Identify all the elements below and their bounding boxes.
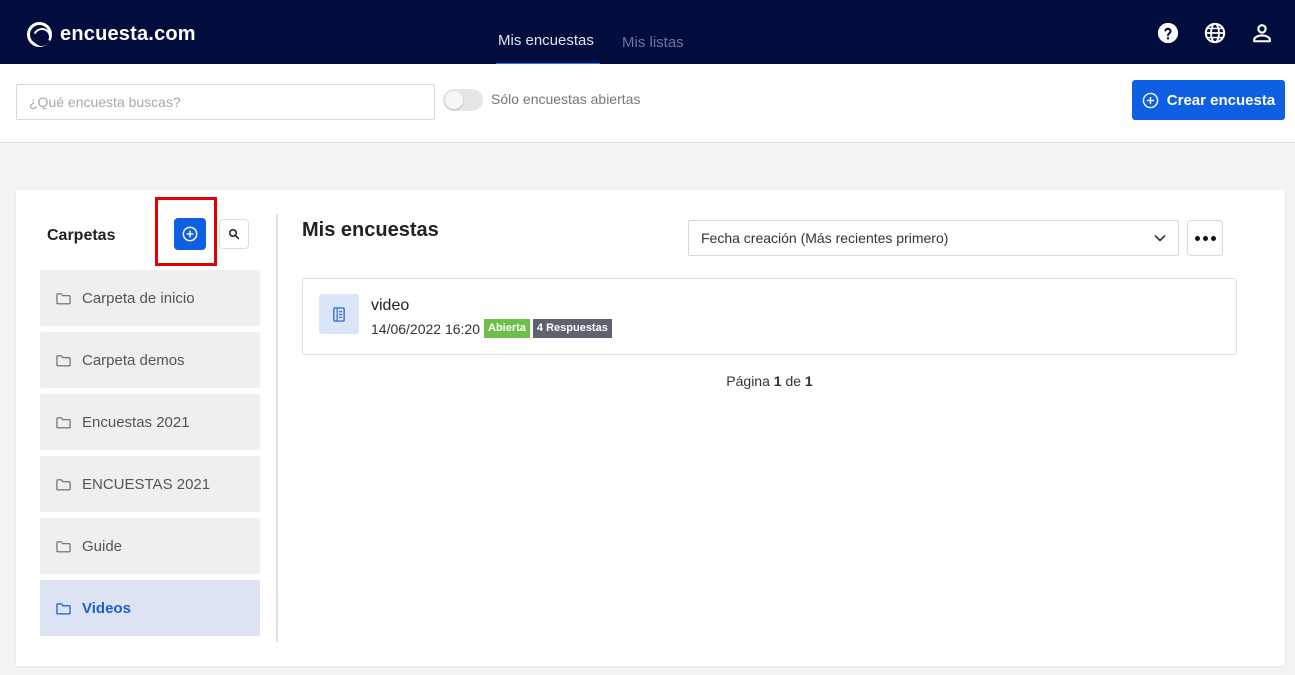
- folder-icon: [56, 478, 71, 490]
- toggle-label: Sólo encuestas abiertas: [491, 91, 641, 107]
- search-input[interactable]: [16, 84, 435, 120]
- survey-card[interactable]: video 14/06/2022 16:20 Abierta 4 Respues…: [302, 278, 1237, 355]
- survey-icon: [319, 294, 359, 334]
- pagination: Página 1 de 1: [0, 373, 1295, 389]
- search-icon: [229, 229, 240, 240]
- folder-item-encuestas-2021-upper[interactable]: ENCUESTAS 2021: [40, 456, 260, 512]
- folder-icon: [56, 540, 71, 552]
- folder-icon: [56, 354, 71, 366]
- pagination-prefix: Página: [726, 373, 770, 389]
- folder-label: Carpeta de inicio: [82, 289, 195, 307]
- survey-date: 14/06/2022 16:20: [371, 320, 480, 337]
- survey-name: video: [371, 297, 410, 314]
- folder-item-videos[interactable]: Videos: [40, 580, 260, 636]
- page-title: Mis encuestas: [302, 219, 439, 241]
- folder-item-guide[interactable]: Guide: [40, 518, 260, 574]
- search-folders-button[interactable]: [219, 219, 249, 249]
- tab-mis-listas[interactable]: Mis listas: [622, 34, 684, 51]
- tab-mis-encuestas[interactable]: Mis encuestas: [498, 32, 594, 49]
- create-survey-button[interactable]: Crear encuesta: [1132, 80, 1285, 120]
- pagination-total: 1: [804, 373, 813, 389]
- responses-badge: 4 Respuestas: [532, 319, 612, 338]
- plus-circle-icon: [1142, 92, 1159, 108]
- logo-icon: [27, 22, 52, 47]
- top-navbar: encuesta.com Mis encuestas Mis listas: [0, 0, 1295, 66]
- form-icon: [333, 306, 345, 322]
- more-options-icon: [1194, 235, 1200, 241]
- chevron-down-icon: [1154, 234, 1166, 242]
- create-survey-label: Crear encuesta: [1166, 91, 1276, 109]
- folder-icon: [56, 292, 71, 304]
- sort-select[interactable]: Fecha creación (Más recientes primero): [688, 220, 1179, 256]
- logo[interactable]: encuesta.com: [27, 22, 196, 47]
- pagination-separator: de: [785, 373, 802, 389]
- user-icon[interactable]: [1251, 22, 1273, 44]
- sort-select-value: Fecha creación (Más recientes primero): [701, 230, 949, 246]
- logo-text: encuesta.com: [60, 23, 196, 45]
- folder-label: Videos: [82, 599, 131, 617]
- folder-label: Carpeta demos: [82, 351, 185, 369]
- survey-meta: 14/06/2022 16:20 Abierta 4 Respuestas: [371, 319, 612, 338]
- folder-item-carpeta-de-inicio[interactable]: Carpeta de inicio: [40, 270, 260, 326]
- highlight-box: [155, 197, 217, 266]
- folder-icon: [56, 602, 71, 614]
- help-icon[interactable]: [1157, 22, 1179, 44]
- folder-icon: [56, 416, 71, 428]
- toolbar: Sólo encuestas abiertas Crear encuesta: [0, 64, 1295, 143]
- folder-item-encuestas-2021[interactable]: Encuestas 2021: [40, 394, 260, 450]
- folder-label: Encuestas 2021: [82, 413, 190, 431]
- more-options-button[interactable]: [1187, 220, 1223, 256]
- more-options-icon: [1202, 235, 1208, 241]
- sidebar-divider: [276, 214, 278, 642]
- open-surveys-toggle[interactable]: [443, 89, 483, 111]
- status-badge: Abierta: [484, 319, 530, 338]
- pagination-current: 1: [773, 373, 782, 389]
- more-options-icon: [1210, 235, 1216, 241]
- globe-icon[interactable]: [1204, 22, 1226, 44]
- folder-label: ENCUESTAS 2021: [82, 475, 211, 493]
- folders-title: Carpetas: [47, 227, 116, 244]
- folder-label: Guide: [82, 537, 123, 555]
